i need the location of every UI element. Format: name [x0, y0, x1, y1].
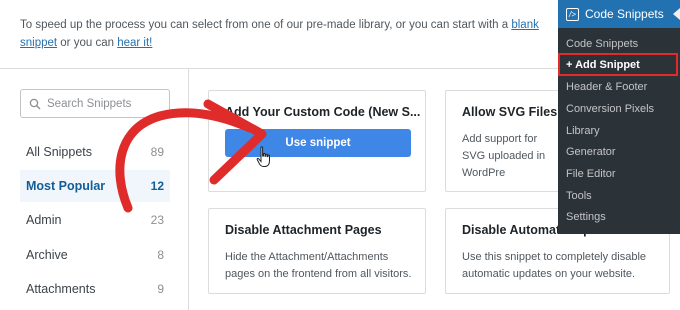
category-attachments[interactable]: Attachments 9 [20, 273, 170, 305]
menu-item-conversion-pixels[interactable]: Conversion Pixels [558, 98, 680, 120]
category-count: 23 [150, 213, 164, 227]
snippet-card-description: Hide the Attachment/Attachments pages on… [225, 251, 412, 280]
snippet-card-description: Use this snippet to completely disable a… [462, 251, 647, 280]
category-count: 12 [150, 179, 164, 193]
category-label: Most Popular [26, 179, 106, 193]
category-count: 9 [157, 282, 164, 296]
menu-item-code-snippets[interactable]: Code Snippets [558, 33, 680, 55]
snippet-card-title: Add Your Custom Code (New S... [225, 105, 421, 119]
menu-item-library[interactable]: Library [558, 120, 680, 142]
search-placeholder: Search Snippets [47, 97, 132, 110]
category-count: 8 [157, 248, 164, 262]
intro-text-part: To speed up the process you can select f… [20, 19, 512, 31]
menu-item-tools[interactable]: Tools [558, 185, 680, 207]
add-snippet-highlight [558, 53, 678, 76]
snippet-card-title: Allow SVG Files U [462, 105, 570, 119]
intro-text-part: or you can [57, 37, 118, 49]
intro-text: To speed up the process you can select f… [20, 16, 565, 52]
hand-pointer-icon [256, 146, 270, 167]
menu-item-file-editor[interactable]: File Editor [558, 163, 680, 185]
page: To speed up the process you can select f… [0, 0, 680, 310]
category-label: Archive [26, 248, 68, 262]
category-label: All Snippets [26, 145, 93, 159]
code-snippets-logo-icon: /> [566, 7, 579, 21]
hear-it-link[interactable]: hear it! [117, 37, 152, 49]
category-all-snippets[interactable]: All Snippets 89 [20, 136, 170, 168]
snippet-card-description: Add support for SVG uploaded in WordPre [462, 133, 546, 179]
menu-title: Code Snippets [585, 7, 664, 21]
code-snippets-submenu: /> Code Snippets Code Snippets + Add Sni… [558, 0, 680, 234]
menu-item-header-footer[interactable]: Header & Footer [558, 76, 680, 98]
use-snippet-button[interactable]: Use snippet [225, 129, 411, 157]
category-count: 89 [150, 145, 164, 159]
sidebar-divider [188, 69, 189, 310]
snippet-card-custom-code[interactable]: Add Your Custom Code (New S... Use snipp… [208, 90, 426, 192]
search-input[interactable]: Search Snippets [20, 89, 170, 118]
category-archive[interactable]: Archive 8 [20, 239, 170, 271]
category-label: Attachments [26, 282, 96, 296]
category-admin[interactable]: Admin 23 [20, 204, 170, 236]
snippet-card-title: Disable Attachment Pages [225, 223, 382, 237]
snippet-card-disable-attachment-pages[interactable]: Disable Attachment Pages Hide the Attach… [208, 208, 426, 294]
search-icon [29, 98, 41, 109]
category-most-popular[interactable]: Most Popular 12 [20, 170, 170, 202]
category-label: Admin [26, 213, 62, 227]
menu-item-settings[interactable]: Settings [558, 206, 680, 228]
menu-header[interactable]: /> Code Snippets [558, 0, 680, 28]
menu-notch [673, 8, 680, 20]
menu-item-generator[interactable]: Generator [558, 141, 680, 163]
